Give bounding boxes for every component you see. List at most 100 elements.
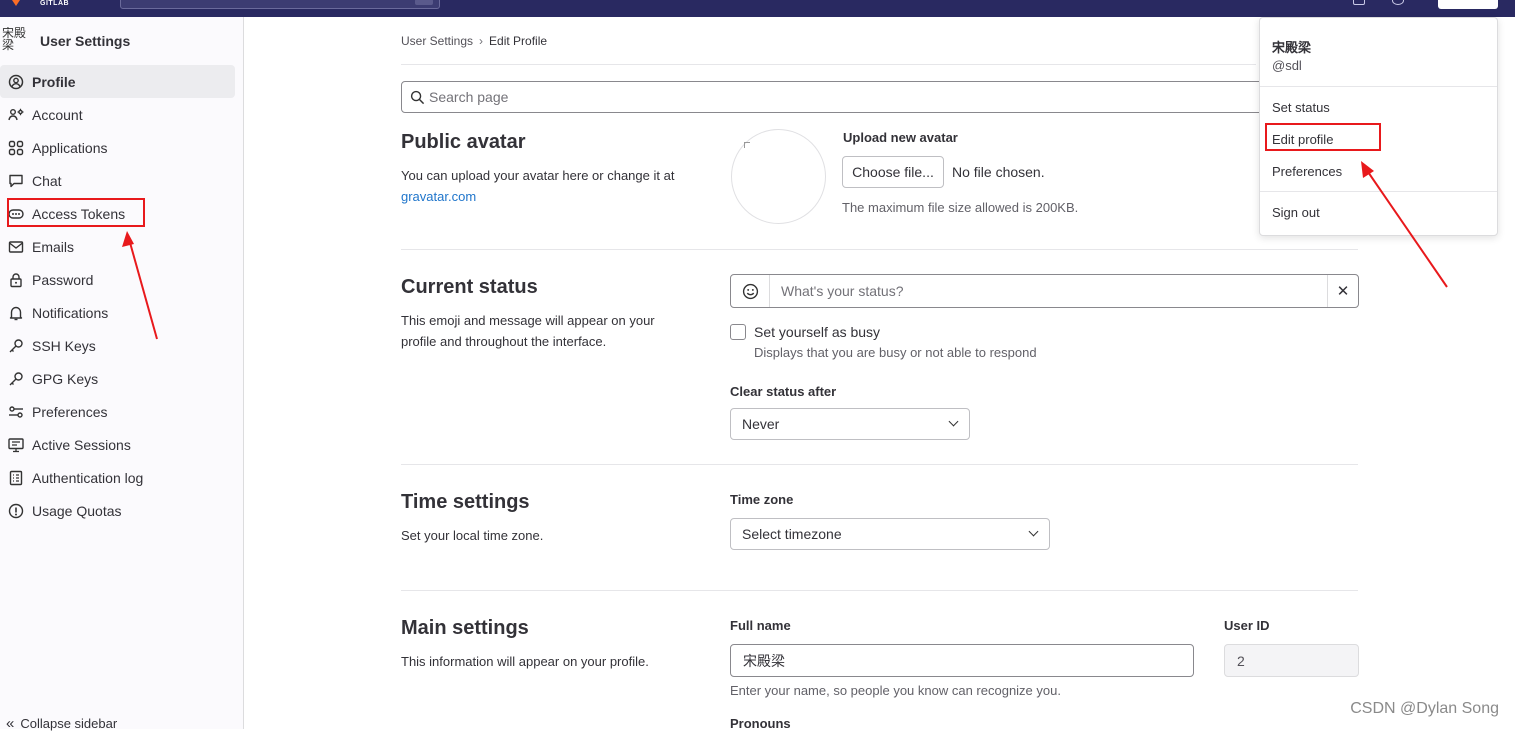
log-icon xyxy=(8,470,24,486)
brand-name: GITLAB xyxy=(40,0,70,7)
menu-item-sign-out[interactable]: Sign out xyxy=(1272,205,1320,220)
choose-file-button[interactable]: Choose file... xyxy=(842,156,944,188)
fullname-label: Full name xyxy=(730,618,791,633)
menu-item-preferences[interactable]: Preferences xyxy=(1272,164,1342,179)
busy-label: Set yourself as busy xyxy=(754,324,881,340)
annotation-highlight-edit-profile xyxy=(1265,123,1381,151)
sidebar-item-label: Profile xyxy=(32,73,76,90)
breadcrumb: User Settings › Edit Profile xyxy=(401,34,547,48)
sidebar-item-label: Emails xyxy=(32,238,75,255)
clear-status-label: Clear status after xyxy=(730,384,837,399)
fullname-field[interactable]: 宋殿梁 xyxy=(730,644,1194,677)
sidebar-item-label: Usage Quotas xyxy=(32,502,122,519)
user-display-name[interactable]: 宋殿梁 xyxy=(1272,37,1311,56)
breadcrumb-parent[interactable]: User Settings xyxy=(401,34,473,48)
menu-item-set-status[interactable]: Set status xyxy=(1272,100,1330,115)
sidebar-item-label: Account xyxy=(32,106,83,123)
clear-status-select[interactable]: Never xyxy=(730,408,970,440)
key-icon xyxy=(8,371,24,387)
sidebar-item-label: Applications xyxy=(32,139,108,156)
section-desc-main-settings: This information will appear on your pro… xyxy=(401,654,649,669)
sidebar-item-label: Notifications xyxy=(32,304,109,321)
notification-icon[interactable] xyxy=(1392,0,1404,5)
sidebar-item-label: Chat xyxy=(32,172,62,189)
quota-icon xyxy=(8,503,24,519)
breadcrumb-current[interactable]: Edit Profile xyxy=(489,34,547,48)
annotation-arrow-icon xyxy=(1361,161,1448,288)
section-title-current-status: Current status xyxy=(401,276,538,298)
timezone-value: Select timezone xyxy=(742,526,842,542)
gravatar-link[interactable]: gravatar.com xyxy=(401,189,476,204)
sidebar-item-applications[interactable]: Applications xyxy=(0,131,236,164)
sidebar-item-account[interactable]: Account xyxy=(0,98,236,131)
profile-icon xyxy=(8,74,24,90)
annotation-arrow-icon xyxy=(122,231,158,340)
chevron-double-left-icon: « xyxy=(6,715,15,732)
lock-icon xyxy=(8,272,24,288)
fullname-help: Enter your name, so people you know can … xyxy=(730,683,1061,698)
chat-icon xyxy=(8,173,24,189)
section-title-main-settings: Main settings xyxy=(401,617,529,639)
collapse-sidebar-button[interactable]: « Collapse sidebar xyxy=(6,715,117,732)
section-title-public-avatar: Public avatar xyxy=(401,131,526,153)
section-desc-current-status: This emoji and message will appear on yo… xyxy=(401,313,655,349)
sidebar-title[interactable]: User Settings xyxy=(40,33,130,49)
key-icon xyxy=(8,338,24,354)
section-title-time-settings: Time settings xyxy=(401,491,530,513)
bell-icon xyxy=(8,305,24,321)
sidebar-header: 宋殿梁 User Settings xyxy=(0,27,244,55)
settings-sidebar: 宋殿梁 User Settings Profile Account Applic… xyxy=(0,17,244,732)
annotation-highlight-access-tokens xyxy=(7,198,145,227)
sidebar-item-gpg-keys[interactable]: GPG Keys xyxy=(0,362,236,395)
user-username: @sdl xyxy=(1272,58,1302,73)
section-desc-public-avatar: You can upload your avatar here or chang… xyxy=(401,165,701,207)
divider xyxy=(401,249,1358,250)
account-icon xyxy=(8,107,24,123)
max-size-help: The maximum file size allowed is 200KB. xyxy=(842,200,1079,215)
chevron-down-icon xyxy=(1028,526,1039,537)
sidebar-item-chat[interactable]: Chat xyxy=(0,164,236,197)
status-input-group: What's your status? ✕ xyxy=(730,274,1359,308)
avatar-desc-text: You can upload your avatar here or chang… xyxy=(401,168,675,183)
section-desc-time-settings: Set your local time zone. xyxy=(401,528,544,543)
sidebar-item-preferences[interactable]: Preferences xyxy=(0,395,236,428)
monitor-icon xyxy=(8,437,24,453)
no-file-text: No file chosen. xyxy=(952,164,1045,180)
chevron-down-icon xyxy=(948,416,959,427)
avatar-preview xyxy=(731,129,826,224)
preferences-icon xyxy=(8,404,24,420)
global-search-input[interactable] xyxy=(120,0,440,9)
busy-help: Displays that you are busy or not able t… xyxy=(754,345,1037,360)
avatar: 宋殿梁 xyxy=(2,27,27,52)
smiley-icon xyxy=(742,283,758,299)
gitlab-logo-icon[interactable] xyxy=(8,0,24,6)
sidebar-item-label: Active Sessions xyxy=(32,436,131,453)
search-icon xyxy=(410,90,425,104)
chevron-right-icon: › xyxy=(479,34,484,48)
sidebar-item-label: Preferences xyxy=(32,403,108,420)
sidebar-item-active-sessions[interactable]: Active Sessions xyxy=(0,428,236,461)
userid-field: 2 xyxy=(1224,644,1359,677)
sidebar-item-usage-quotas[interactable]: Usage Quotas xyxy=(0,494,236,527)
help-icon[interactable] xyxy=(1353,0,1365,5)
upload-avatar-label: Upload new avatar xyxy=(843,130,958,145)
userid-label: User ID xyxy=(1224,618,1270,633)
user-menu-toggle[interactable] xyxy=(1438,0,1498,9)
close-icon: ✕ xyxy=(1336,283,1350,300)
mail-icon xyxy=(8,239,24,255)
timezone-label: Time zone xyxy=(730,492,794,507)
clear-status-value: Never xyxy=(742,416,780,432)
sidebar-item-authentication-log[interactable]: Authentication log xyxy=(0,461,236,494)
search-input[interactable]: Search page xyxy=(401,81,1358,113)
sidebar-item-label: Password xyxy=(32,271,94,288)
emoji-picker-button[interactable] xyxy=(731,275,770,307)
divider xyxy=(401,64,1256,65)
sidebar-item-label: Authentication log xyxy=(32,469,144,486)
sidebar-item-profile[interactable]: Profile xyxy=(0,65,235,98)
status-message-input[interactable]: What's your status? xyxy=(781,283,904,299)
watermark: CSDN @Dylan Song xyxy=(1350,700,1499,717)
busy-checkbox[interactable] xyxy=(730,324,746,340)
sidebar-item-label: GPG Keys xyxy=(32,370,99,387)
search-placeholder: Search page xyxy=(429,89,509,105)
timezone-select[interactable]: Select timezone xyxy=(730,518,1050,550)
